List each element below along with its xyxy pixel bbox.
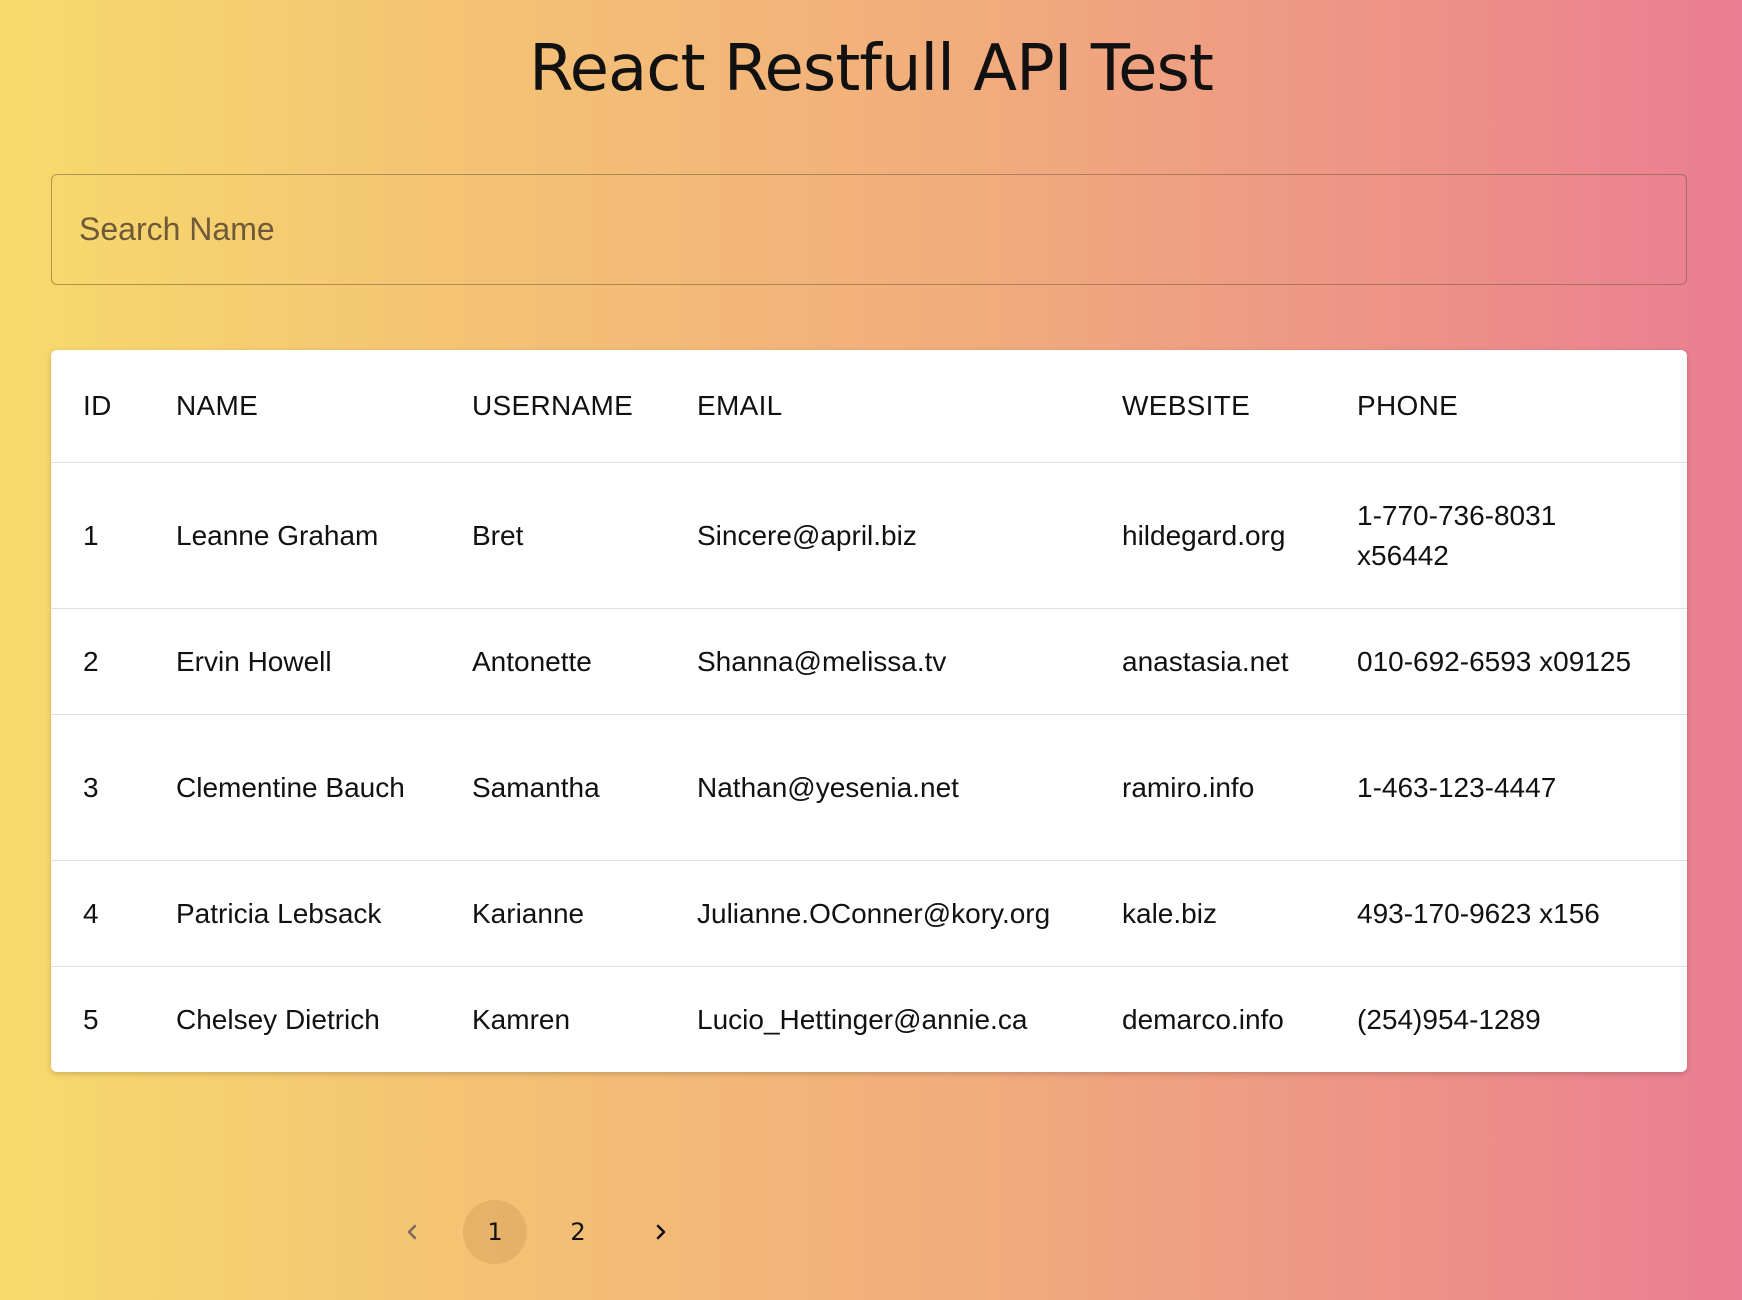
cell-id: 3 bbox=[51, 714, 176, 861]
cell-website: ramiro.info bbox=[1122, 714, 1357, 861]
table-row[interactable]: 1 Leanne Graham Bret Sincere@april.biz h… bbox=[51, 462, 1687, 609]
cell-email: Sincere@april.biz bbox=[697, 462, 1122, 609]
previous-page-button[interactable] bbox=[380, 1200, 444, 1264]
cell-phone: 1-463-123-4447 bbox=[1357, 714, 1687, 861]
users-table: ID NAME USERNAME EMAIL WEBSITE PHONE 1 L… bbox=[51, 350, 1687, 1072]
cell-name: Clementine Bauch bbox=[176, 714, 472, 861]
page-title: React Restfull API Test bbox=[529, 32, 1214, 106]
cell-phone: (254)954-1289 bbox=[1357, 1003, 1541, 1035]
cell-email: Julianne.OConner@kory.org bbox=[697, 860, 1122, 967]
next-page-button[interactable] bbox=[629, 1200, 693, 1264]
cell-website: demarco.info bbox=[1122, 1003, 1284, 1035]
table-row[interactable]: 2 Ervin Howell Antonette Shanna@melissa.… bbox=[51, 608, 1687, 715]
cell-username: Samantha bbox=[472, 714, 697, 861]
cell-website: kale.biz bbox=[1122, 860, 1357, 967]
cell-email: Lucio_Hettinger@annie.ca bbox=[697, 1003, 1028, 1035]
cell-id: 5 bbox=[83, 1003, 99, 1035]
column-header-email[interactable]: EMAIL bbox=[697, 350, 1122, 463]
cell-username: Antonette bbox=[472, 608, 697, 715]
column-header-website[interactable]: WEBSITE bbox=[1122, 350, 1357, 463]
table-row[interactable]: 5 Chelsey Dietrich Kamren Lucio_Hettinge… bbox=[51, 967, 1687, 1073]
cell-website: hildegard.org bbox=[1122, 462, 1357, 609]
column-header-name[interactable]: NAME bbox=[176, 350, 472, 463]
pagination: 1 2 bbox=[380, 1200, 712, 1264]
table-row[interactable]: 4 Patricia Lebsack Karianne Julianne.OCo… bbox=[51, 860, 1687, 967]
cell-id: 4 bbox=[51, 860, 176, 967]
cell-phone: 1-770-736-8031 x56442 bbox=[1357, 462, 1687, 609]
chevron-left-icon bbox=[407, 1224, 417, 1240]
chevron-right-icon bbox=[656, 1224, 666, 1240]
search-name-input[interactable] bbox=[51, 174, 1687, 285]
cell-username: Bret bbox=[472, 462, 697, 609]
table-row[interactable]: 3 Clementine Bauch Samantha Nathan@yesen… bbox=[51, 714, 1687, 861]
cell-website: anastasia.net bbox=[1122, 608, 1357, 715]
column-header-phone[interactable]: PHONE bbox=[1357, 350, 1687, 463]
users-table-card: ID NAME USERNAME EMAIL WEBSITE PHONE 1 L… bbox=[51, 350, 1687, 1072]
cell-email: Shanna@melissa.tv bbox=[697, 608, 1122, 715]
cell-id: 2 bbox=[51, 608, 176, 715]
cell-name: Patricia Lebsack bbox=[176, 860, 472, 967]
page-button-2[interactable]: 2 bbox=[546, 1200, 610, 1264]
column-header-id[interactable]: ID bbox=[51, 350, 176, 463]
cell-name: Ervin Howell bbox=[176, 608, 472, 715]
cell-email: Nathan@yesenia.net bbox=[697, 714, 1122, 861]
cell-name: Leanne Graham bbox=[176, 462, 472, 609]
page-button-1[interactable]: 1 bbox=[463, 1200, 527, 1264]
table-header-row: ID NAME USERNAME EMAIL WEBSITE PHONE bbox=[51, 350, 1687, 463]
cell-username: Kamren bbox=[472, 1003, 571, 1035]
cell-phone: 010-692-6593 x09125 bbox=[1357, 608, 1687, 715]
cell-phone: 493-170-9623 x156 bbox=[1357, 860, 1687, 967]
cell-username: Karianne bbox=[472, 860, 697, 967]
cell-name: Chelsey Dietrich bbox=[176, 1003, 380, 1035]
column-header-username[interactable]: USERNAME bbox=[472, 350, 697, 463]
cell-id: 1 bbox=[51, 462, 176, 609]
